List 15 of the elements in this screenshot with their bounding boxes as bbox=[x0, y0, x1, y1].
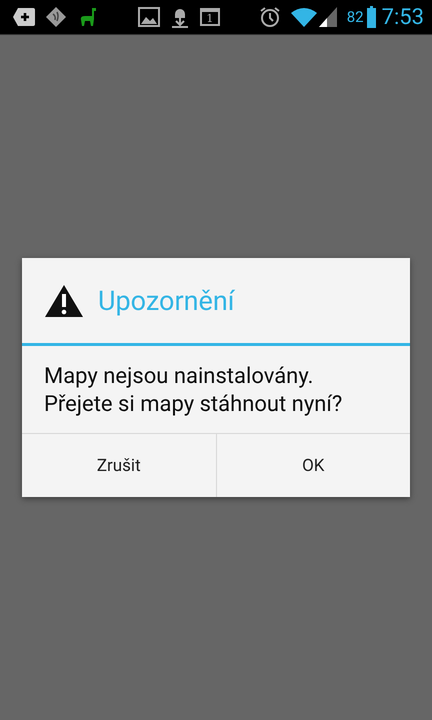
battery-icon bbox=[366, 6, 376, 28]
wifi-icon bbox=[290, 7, 317, 27]
add-icon bbox=[13, 8, 35, 26]
calendar-icon: 1 bbox=[200, 8, 220, 26]
signal-icon bbox=[318, 7, 337, 27]
image-icon bbox=[138, 7, 160, 27]
dialog-message: Mapy nejsou nainstalovány. bbox=[44, 363, 314, 391]
dialog-button[interactable]: Zrušit bbox=[22, 434, 216, 497]
warning-icon bbox=[44, 284, 84, 318]
dialog-title: Upozornění bbox=[98, 284, 234, 316]
clock: 7:53 bbox=[382, 4, 424, 30]
battery-level: 82 bbox=[346, 8, 364, 26]
dialog-message: Přejete si mapy stáhnout nyní? bbox=[44, 391, 344, 419]
dialog-button[interactable]: OK bbox=[216, 434, 410, 497]
alarm-icon bbox=[258, 6, 281, 28]
